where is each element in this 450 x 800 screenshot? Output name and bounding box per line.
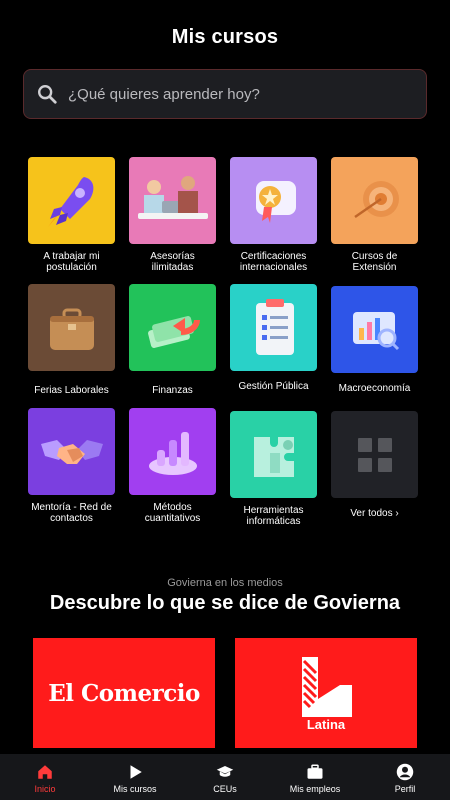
graduation-cap-icon [216, 765, 234, 777]
puzzle-icon [253, 436, 294, 477]
latina-mark-icon [302, 656, 352, 717]
nav-mis-cursos[interactable]: Mis cursos [90, 754, 180, 800]
nav-label: CEUs [213, 783, 237, 794]
category-herramientas[interactable]: Herramientas informáticas [230, 411, 317, 527]
el-comercio-logo[interactable]: El Comercio [33, 638, 215, 748]
latina-wordmark: Latina [306, 716, 346, 732]
user-icon [396, 763, 414, 780]
chart-board-icon [352, 311, 399, 350]
category-label: Finanzas [152, 385, 193, 396]
category-ferias-laborales[interactable]: Ferias Laborales [28, 284, 115, 396]
grid-icon [357, 437, 392, 472]
el-comercio-wordmark: El Comercio [48, 679, 200, 707]
page-title: Mis cursos [171, 26, 279, 48]
rocket-icon [47, 176, 93, 227]
ver-todos-button[interactable]: Ver todos › [331, 411, 418, 519]
money-icon [147, 315, 200, 348]
nav-ceus[interactable]: CEUs [180, 754, 270, 800]
media-title: Descubre lo que se dice de Govierna [49, 592, 401, 614]
search-icon [38, 85, 57, 104]
clipboard-icon [255, 298, 294, 355]
category-label: Herramientas informáticas [243, 505, 304, 527]
nav-inicio[interactable]: Inicio [0, 754, 90, 800]
category-gestion-publica[interactable]: Gestión Pública [230, 284, 317, 392]
category-label: Asesorías ilimitadas [150, 251, 195, 273]
category-metodos[interactable]: Métodos cuantitativos [129, 408, 216, 524]
category-finanzas[interactable]: Finanzas [129, 284, 216, 396]
nav-perfil[interactable]: Perfil [360, 754, 450, 800]
nav-label: Perfil [394, 783, 416, 794]
handshake-icon [40, 439, 103, 464]
media-subtitle: Govierna en los medios [167, 577, 283, 589]
latina-logo[interactable]: Latina [235, 638, 417, 748]
home-icon [38, 764, 52, 779]
search-input[interactable] [68, 85, 388, 103]
category-mentoria[interactable]: Mentoría - Red de contactos [28, 408, 115, 524]
category-label: A trabajar mi postulación [43, 251, 100, 273]
target-icon [353, 180, 399, 218]
nav-label: Mis cursos [113, 783, 157, 794]
bottom-nav: Inicio Mis cursos CEUs Mis empleos Perfi… [0, 754, 450, 800]
category-label: Cursos de Extensión [351, 251, 398, 273]
briefcase-icon [49, 308, 94, 350]
category-label: Certificaciones internacionales [239, 251, 308, 273]
category-label: Gestión Pública [238, 381, 309, 392]
play-icon [130, 764, 142, 779]
people-meeting-icon [137, 175, 208, 219]
category-cursos-extension[interactable]: Cursos de Extensión [331, 157, 418, 273]
nav-label: Inicio [34, 783, 56, 794]
category-macroeconomia[interactable]: Macroeconomía [331, 286, 418, 394]
category-label: Métodos cuantitativos [144, 502, 201, 524]
category-label: Ferias Laborales [34, 385, 109, 396]
search-bar[interactable] [23, 69, 427, 119]
bar-chart-icon [148, 431, 197, 475]
ver-todos-label: Ver todos › [350, 508, 399, 519]
briefcase-icon [307, 764, 323, 779]
certificate-badge-icon [255, 180, 296, 223]
category-label: Mentoría - Red de contactos [31, 502, 112, 524]
category-asesorias[interactable]: Asesorías ilimitadas [129, 157, 216, 273]
nav-mis-empleos[interactable]: Mis empleos [270, 754, 360, 800]
category-label: Macroeconomía [338, 383, 411, 394]
category-certificaciones[interactable]: Certificaciones internacionales [230, 157, 317, 273]
category-a-trabajar[interactable]: A trabajar mi postulación [28, 157, 115, 273]
nav-label: Mis empleos [289, 783, 341, 794]
